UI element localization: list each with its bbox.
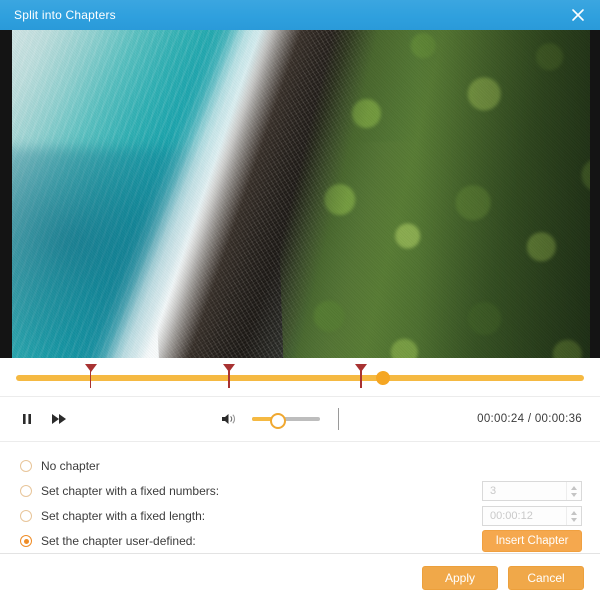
pause-button[interactable] (14, 406, 40, 432)
radio-no-chapter[interactable] (20, 460, 32, 472)
time-separator: / (527, 413, 532, 425)
insert-chapter-button[interactable]: Insert Chapter (482, 530, 582, 552)
fixed-length-spinner[interactable]: 00:00:12 (482, 506, 582, 526)
spinner-up-icon[interactable] (571, 510, 577, 515)
spinner-up-icon[interactable] (571, 485, 577, 490)
chapter-marker[interactable] (223, 364, 235, 388)
video-frame (12, 30, 590, 358)
time-display: 00:00:24 / 00:00:36 (477, 413, 582, 425)
chapter-marker[interactable] (355, 364, 368, 388)
volume-slider-handle[interactable] (269, 413, 286, 429)
option-row-no-chapter[interactable]: No chapter (0, 454, 600, 478)
option-row-user-defined[interactable]: Set the chapter user-defined: Insert Cha… (0, 529, 600, 553)
chapter-marker-stem (360, 370, 362, 388)
transport-controls (0, 406, 72, 432)
volume-slider[interactable] (252, 413, 320, 429)
timeline[interactable] (0, 358, 600, 397)
spinner-down-icon[interactable] (571, 517, 577, 522)
chapter-marker[interactable] (84, 364, 97, 388)
timeline-track[interactable] (16, 375, 584, 381)
volume-button[interactable] (216, 406, 242, 432)
fast-forward-icon (52, 414, 66, 424)
aerial-coastline-image (12, 30, 590, 358)
fixed-length-spinner-arrows[interactable] (566, 507, 581, 525)
volume-icon (222, 414, 235, 424)
apply-button[interactable]: Apply (422, 565, 498, 590)
chapter-marker-stem (228, 370, 230, 388)
cancel-button[interactable]: Cancel (508, 565, 584, 590)
option-label-fixed-numbers: Set chapter with a fixed numbers: (41, 484, 220, 498)
chapter-marker-stem (89, 370, 92, 388)
window-title: Split into Chapters (14, 8, 116, 22)
timeline-playhead[interactable] (375, 371, 390, 385)
fast-forward-button[interactable] (46, 406, 72, 432)
close-icon (572, 9, 584, 21)
pause-icon (23, 414, 31, 424)
fixed-numbers-spinner[interactable]: 3 (482, 481, 582, 501)
radio-fixed-length[interactable] (20, 510, 32, 522)
chapter-options: No chapter Set chapter with a fixed numb… (0, 442, 600, 553)
fixed-numbers-value: 3 (490, 485, 497, 497)
title-bar: Split into Chapters (0, 0, 600, 30)
radio-fixed-numbers[interactable] (20, 485, 32, 497)
close-button[interactable] (556, 0, 600, 30)
fixed-length-value: 00:00:12 (490, 510, 533, 522)
volume-control (216, 406, 320, 432)
option-label-fixed-length: Set chapter with a fixed length: (41, 509, 206, 523)
forest-shadow-layer (416, 30, 590, 358)
total-time: 00:00:36 (534, 413, 582, 425)
option-label-no-chapter: No chapter (41, 459, 100, 473)
option-row-fixed-length[interactable]: Set chapter with a fixed length: 00:00:1… (0, 504, 600, 528)
dialog-footer: Apply Cancel (0, 553, 600, 601)
spinner-down-icon[interactable] (571, 492, 577, 497)
option-row-fixed-numbers[interactable]: Set chapter with a fixed numbers: 3 (0, 479, 600, 503)
radio-user-defined[interactable] (20, 535, 32, 547)
fixed-numbers-spinner-arrows[interactable] (566, 482, 581, 500)
player-controls: 00:00:24 / 00:00:36 (0, 397, 600, 442)
current-time: 00:00:24 (477, 413, 525, 425)
option-label-user-defined: Set the chapter user-defined: (41, 534, 196, 548)
split-into-chapters-dialog: Split into Chapters 00:00:24 / 00:00:36 … (0, 0, 600, 601)
video-preview[interactable] (0, 30, 600, 358)
controls-divider (338, 408, 339, 430)
